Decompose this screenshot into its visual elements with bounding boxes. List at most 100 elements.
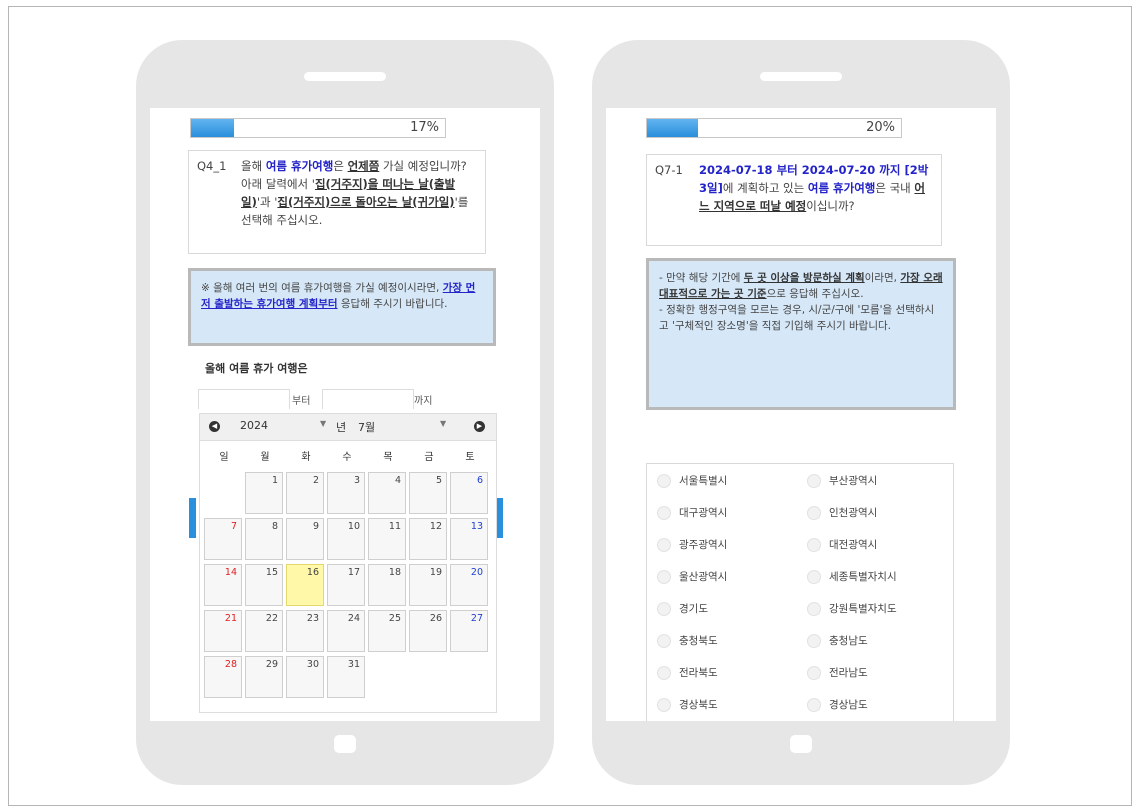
calendar-day[interactable]: 16 [286,564,324,606]
region-option[interactable]: 경상북도 [657,696,718,714]
region-option[interactable]: 충청남도 [807,632,868,650]
calendar-day[interactable]: 31 [327,656,365,698]
calendar-day[interactable]: 11 [368,518,406,560]
radio-button-icon[interactable] [807,602,821,616]
calendar-day[interactable]: 21 [204,610,242,652]
underlying-page-edge [496,498,503,538]
year-select[interactable]: 2024 [240,419,332,435]
radio-button-icon[interactable] [807,666,821,680]
radio-button-icon[interactable] [657,698,671,712]
radio-button-icon[interactable] [807,538,821,552]
calendar-day[interactable]: 7 [204,518,242,560]
radio-button-icon[interactable] [657,634,671,648]
year-value: 2024 [240,419,268,432]
region-option[interactable]: 서울특별시 [657,472,727,490]
calendar-day[interactable]: 3 [327,472,365,514]
phone-home-button [334,735,356,753]
notice-text: - 정확한 행정구역을 모르는 경우, 시/군/구에 '모름'을 선택하시고 '… [659,304,935,332]
radio-button-icon[interactable] [657,602,671,616]
region-option-label: 서울특별시 [679,475,728,487]
region-option[interactable]: 대전광역시 [807,536,877,554]
calendar-day[interactable]: 17 [327,564,365,606]
notice-text: ※ 올해 여러 번의 여름 휴가여행을 가실 예정이시라면, [201,282,443,294]
calendar-day[interactable]: 26 [409,610,447,652]
calendar-day[interactable]: 22 [245,610,283,652]
region-option-label: 경상북도 [679,699,718,711]
calendar-day[interactable]: 23 [286,610,324,652]
region-option[interactable]: 강원특별자치도 [807,600,897,618]
calendar-day[interactable]: 15 [245,564,283,606]
progress-bar: 20% [646,118,902,138]
calendar-day[interactable]: 29 [245,656,283,698]
question-text-part: 에 계획하고 있는 [722,181,808,195]
region-option[interactable]: 울산광역시 [657,568,727,586]
question-text: 2024-07-18 부터 2024-07-20 까지 [2박3일]에 계획하고… [699,161,933,215]
year-suffix: 년 [336,421,347,434]
region-option[interactable]: 부산광역시 [807,472,877,490]
region-option[interactable]: 충청북도 [657,632,718,650]
radio-button-icon[interactable] [807,634,821,648]
from-label: 부터 [292,396,311,407]
phone-right: 20% Q7-1 2024-07-18 부터 2024-07-20 까지 [2박… [592,40,1010,785]
region-option-label: 인천광역시 [829,507,878,519]
month-select[interactable]: 7월 [358,419,450,435]
calendar-day[interactable]: 24 [327,610,365,652]
radio-button-icon[interactable] [657,474,671,488]
calendar-day[interactable]: 19 [409,564,447,606]
region-option-label: 충청남도 [829,635,868,647]
region-option[interactable]: 광주광역시 [657,536,727,554]
radio-button-icon[interactable] [807,698,821,712]
progress-label: 17% [410,120,439,135]
calendar-day[interactable]: 2 [286,472,324,514]
region-option-label: 대전광역시 [829,539,878,551]
calendar-day[interactable]: 4 [368,472,406,514]
region-option[interactable]: 전라북도 [657,664,718,682]
calendar-day[interactable]: 28 [204,656,242,698]
end-date-input[interactable] [322,389,414,409]
radio-button-icon[interactable] [807,570,821,584]
question-number: Q4_1 [197,159,227,173]
radio-button-icon[interactable] [657,666,671,680]
region-option[interactable]: 인천광역시 [807,504,877,522]
chevron-down-icon: ▼ [320,419,327,428]
region-option[interactable]: 경상남도 [807,696,868,714]
calendar-day[interactable]: 13 [450,518,488,560]
region-option[interactable]: 경기도 [657,600,708,618]
phone-left: 17% Q4_1 올해 여름 휴가여행은 언제쯤 가실 예정입니까? 아래 달력… [136,40,554,785]
calendar-day[interactable]: 20 [450,564,488,606]
calendar-day[interactable]: 9 [286,518,324,560]
region-option[interactable]: 세종특별자치시 [807,568,897,586]
region-option[interactable]: 전라남도 [807,664,868,682]
survey-screen-q4-1: 17% Q4_1 올해 여름 휴가여행은 언제쯤 가실 예정입니까? 아래 달력… [150,108,540,721]
region-option[interactable]: 대구광역시 [657,504,727,522]
calendar-day[interactable]: 18 [368,564,406,606]
weekday-label: 화 [301,452,311,463]
calendar-day[interactable]: 1 [245,472,283,514]
radio-button-icon[interactable] [807,506,821,520]
next-month-icon[interactable]: ▶ [474,421,485,432]
start-date-input[interactable] [198,389,290,409]
notice-text: 이라면, [864,272,901,284]
calendar-day[interactable]: 5 [409,472,447,514]
phone-speaker [304,72,386,81]
radio-button-icon[interactable] [657,570,671,584]
question-text-part: 은 국내 [875,181,915,195]
question-highlight: 여름 휴가여행 [807,181,876,195]
calendar-day[interactable]: 8 [245,518,283,560]
region-option-label: 부산광역시 [829,475,878,487]
calendar-day[interactable]: 6 [450,472,488,514]
question-box: Q7-1 2024-07-18 부터 2024-07-20 까지 [2박3일]에… [646,154,942,246]
prev-month-icon[interactable]: ◀ [209,421,220,432]
radio-button-icon[interactable] [657,506,671,520]
progress-fill [191,119,235,137]
calendar-day[interactable]: 27 [450,610,488,652]
radio-button-icon[interactable] [657,538,671,552]
calendar-day[interactable]: 25 [368,610,406,652]
calendar-day[interactable]: 12 [409,518,447,560]
progress-fill [647,119,698,137]
calendar-day[interactable]: 10 [327,518,365,560]
calendar-day[interactable]: 30 [286,656,324,698]
radio-button-icon[interactable] [807,474,821,488]
weekday-label: 금 [424,452,434,463]
calendar-day[interactable]: 14 [204,564,242,606]
